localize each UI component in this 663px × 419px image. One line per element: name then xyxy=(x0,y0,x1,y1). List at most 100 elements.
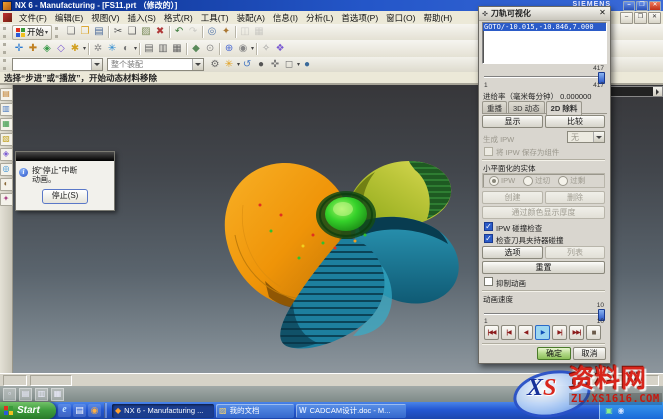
show-button[interactable]: 显示 xyxy=(482,115,543,128)
taskbar-task-documents[interactable]: ▨ 我的文档 xyxy=(216,404,294,418)
save-ipw-checkbox[interactable] xyxy=(484,147,493,156)
stop-animation-button[interactable]: 停止(S) xyxy=(42,189,88,204)
window-cascade-icon[interactable]: ◫ xyxy=(238,26,252,39)
reuse-library-icon[interactable]: ◈ xyxy=(0,148,13,161)
band-icon[interactable]: ▫ xyxy=(3,388,16,401)
analysis-icon[interactable]: ⊙ xyxy=(203,42,217,55)
menu-format[interactable]: 格式(R) xyxy=(160,12,197,24)
tab-3d-dynamic[interactable]: 3D 动态 xyxy=(508,101,545,113)
minimize-button[interactable]: – xyxy=(623,1,635,11)
simulate-machine-icon[interactable]: ◐ xyxy=(119,42,133,55)
assembly-navigator-icon[interactable]: ▤ xyxy=(0,88,13,101)
menu-insert[interactable]: 插入(S) xyxy=(124,12,160,24)
scrollbar-thumb[interactable] xyxy=(605,87,653,96)
tab-replay[interactable]: 重播 xyxy=(482,101,507,113)
undo-icon[interactable]: ↶ xyxy=(172,26,186,39)
progress-slider[interactable] xyxy=(484,73,605,81)
paste-icon[interactable]: ▨ xyxy=(139,26,153,39)
selection-scope-combo[interactable]: 整个装配 xyxy=(107,58,204,71)
step-forward-button[interactable]: ▶| xyxy=(552,325,567,340)
taskbar-task-nx[interactable]: ◆ NX 6 - Manufacturing ... xyxy=(112,404,214,418)
compare-button[interactable]: 比较 xyxy=(545,115,605,128)
redo-icon[interactable]: ↷ xyxy=(186,26,200,39)
create-geometry-icon[interactable]: ◈ xyxy=(40,42,54,55)
thickness-by-color-button[interactable]: 通过颜色显示厚度 xyxy=(482,206,605,219)
history-icon[interactable]: ✦ xyxy=(0,193,13,206)
options-button[interactable]: 选项 xyxy=(482,246,543,259)
list-button[interactable]: 列表 xyxy=(545,246,605,259)
menu-edit[interactable]: 编辑(E) xyxy=(51,12,87,24)
misc-a-icon[interactable]: ✧ xyxy=(259,42,273,55)
play-reverse-button[interactable]: ◀ xyxy=(518,325,533,340)
menu-window[interactable]: 窗口(O) xyxy=(382,12,419,24)
selection-filter-combo[interactable] xyxy=(12,58,103,71)
create-tool-icon[interactable]: ✚ xyxy=(26,42,40,55)
delete-button[interactable]: 删除 xyxy=(545,191,605,204)
cut-icon[interactable]: ✂ xyxy=(111,26,125,39)
command-finder-icon[interactable]: ◎ xyxy=(205,26,219,39)
band-icon[interactable]: ▥ xyxy=(35,388,48,401)
menu-tools[interactable]: 工具(T) xyxy=(197,12,233,24)
band-icon[interactable]: ▦ xyxy=(51,388,64,401)
create-program-icon[interactable]: ✛ xyxy=(12,42,26,55)
band-icon[interactable]: ▤ xyxy=(19,388,32,401)
constraint-navigator-icon[interactable]: ▥ xyxy=(0,103,13,116)
save-icon[interactable]: ▤ xyxy=(92,26,106,39)
show-desktop-icon[interactable]: ▤ xyxy=(73,404,86,417)
step-back-button[interactable]: |◀ xyxy=(501,325,516,340)
menu-analysis[interactable]: 分析(L) xyxy=(302,12,337,24)
menu-preferences[interactable]: 首选项(P) xyxy=(337,12,382,24)
toolbar-grip[interactable] xyxy=(3,59,9,70)
toolbar-grip[interactable] xyxy=(3,43,9,54)
reset-button[interactable]: 重置 xyxy=(482,261,605,274)
shaded-ball-icon[interactable]: ● xyxy=(300,58,314,71)
measure-icon[interactable]: ◆ xyxy=(189,42,203,55)
child-minimize-button[interactable]: – xyxy=(620,12,633,24)
motion-list-selected-row[interactable]: GOTO/-10.015,-10.846,7.000 xyxy=(483,23,606,31)
window-layout-icon[interactable]: ▦ xyxy=(252,26,266,39)
misc-b-icon[interactable]: ❖ xyxy=(273,42,287,55)
generate-ipw-combo[interactable]: 无 xyxy=(567,131,605,143)
start-application-button[interactable]: 开始▾ xyxy=(12,25,52,40)
dialog-close-icon[interactable]: ✕ xyxy=(597,8,608,18)
delete-icon[interactable]: ✖ xyxy=(153,26,167,39)
create-operation-icon[interactable]: ✱ xyxy=(68,42,82,55)
holder-collision-checkbox[interactable] xyxy=(484,234,493,243)
toolbar-grip[interactable] xyxy=(3,27,9,38)
copy-icon[interactable]: ❑ xyxy=(125,26,139,39)
browser-icon[interactable]: ◐ xyxy=(0,178,13,191)
shop-documentation-icon[interactable]: ▦ xyxy=(170,42,184,55)
snap-point-icon[interactable]: ✳ xyxy=(222,58,236,71)
hd3d-tools-icon[interactable]: ◎ xyxy=(0,163,13,176)
dialog-titlebar[interactable]: ✜ 刀轨可视化 ✕ xyxy=(479,7,610,21)
operation-navigator-icon[interactable]: ▧ xyxy=(0,133,13,146)
toolbar-grip[interactable] xyxy=(55,27,61,38)
part-navigator-icon[interactable]: ▦ xyxy=(0,118,13,131)
rewind-to-start-button[interactable]: |◀◀ xyxy=(484,325,499,340)
touch-mode-icon[interactable]: ✦ xyxy=(219,26,233,39)
scroll-right-icon[interactable] xyxy=(653,87,662,96)
selection-reset-icon[interactable]: ↺ xyxy=(240,58,254,71)
restore-button[interactable]: ❐ xyxy=(636,1,648,11)
menu-assemblies[interactable]: 装配(A) xyxy=(233,12,269,24)
taskbar-task-word[interactable]: W CADCAM设计.doc - M... xyxy=(296,404,406,418)
stop-dialog-titlebar[interactable] xyxy=(16,152,114,161)
motion-listbox[interactable]: GOTO/-10.015,-10.846,7.000 xyxy=(482,22,607,64)
tab-2d-material-removal[interactable]: 2D 除料 xyxy=(546,101,583,115)
ipw-collision-checkbox[interactable] xyxy=(484,222,493,231)
open-file-icon[interactable]: ❐ xyxy=(78,26,92,39)
child-restore-button[interactable]: ❐ xyxy=(634,12,647,24)
start-button[interactable]: Start xyxy=(0,402,56,419)
postprocess-icon[interactable]: ▥ xyxy=(156,42,170,55)
new-file-icon[interactable]: ❏ xyxy=(64,26,78,39)
menu-help[interactable]: 帮助(H) xyxy=(419,12,456,24)
menu-view[interactable]: 视图(V) xyxy=(87,12,123,24)
list-toolpath-icon[interactable]: ▤ xyxy=(142,42,156,55)
rect-select-icon[interactable]: ◻ xyxy=(282,58,296,71)
ie-quicklaunch-icon[interactable]: e xyxy=(58,404,71,417)
create-button[interactable]: 创建 xyxy=(482,191,543,204)
close-button[interactable]: ✕ xyxy=(649,1,661,11)
forward-to-end-button[interactable]: ▶▶| xyxy=(569,325,584,340)
play-button[interactable]: ▶ xyxy=(535,325,550,340)
menu-file[interactable]: 文件(F) xyxy=(15,12,51,24)
